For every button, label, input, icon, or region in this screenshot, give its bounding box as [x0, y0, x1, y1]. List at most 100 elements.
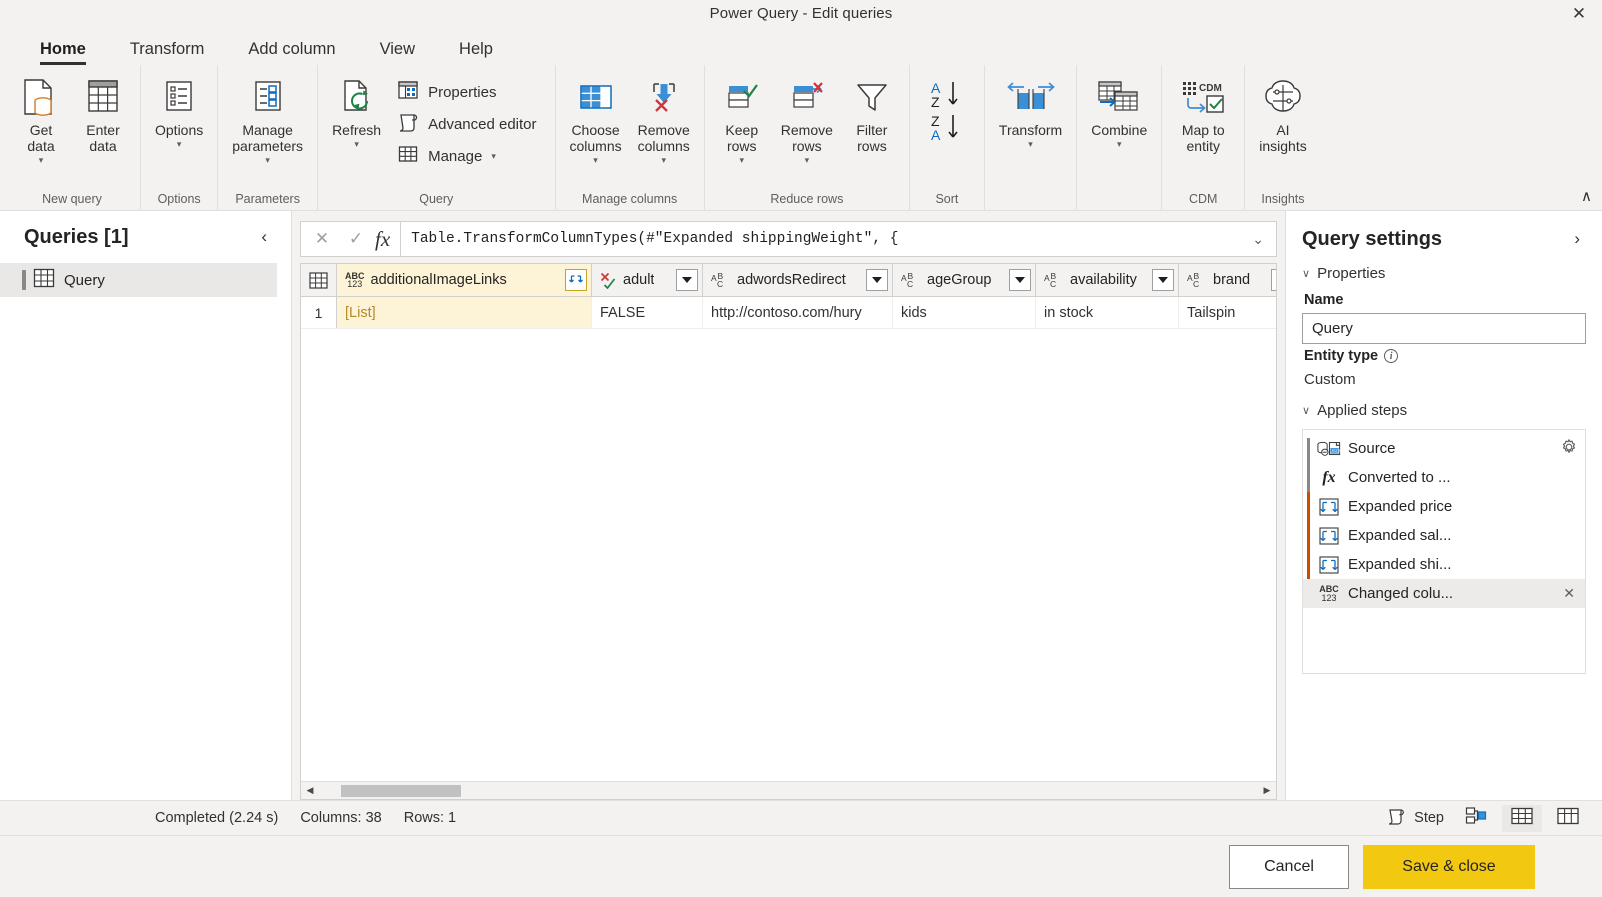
- filter-dropdown-icon[interactable]: [1152, 269, 1174, 291]
- center-panel: ✕ ✓ fx Table.TransformColumnTypes(#"Expa…: [292, 211, 1285, 800]
- column-header-adult[interactable]: adult: [592, 264, 703, 296]
- keep-rows-button[interactable]: Keep rows ▾: [711, 71, 773, 168]
- name-input[interactable]: [1302, 313, 1586, 344]
- manage-parameters-button[interactable]: Manage parameters ▾: [224, 71, 311, 168]
- filter-dropdown-icon[interactable]: [866, 269, 888, 291]
- applied-steps-section-label: Applied steps: [1317, 402, 1408, 419]
- formula-input-wrapper[interactable]: Table.TransformColumnTypes(#"Expanded sh…: [400, 221, 1277, 257]
- manage-parameters-label: Manage parameters: [232, 122, 304, 154]
- remove-rows-button[interactable]: Remove rows ▾: [773, 71, 841, 168]
- advanced-editor-button[interactable]: Advanced editor: [393, 109, 544, 139]
- filter-dropdown-icon[interactable]: [1009, 269, 1031, 291]
- tab-transform[interactable]: Transform: [108, 40, 227, 66]
- data-view-button[interactable]: [1502, 804, 1542, 832]
- info-icon[interactable]: i: [1384, 349, 1399, 363]
- query-list-item[interactable]: Query: [0, 263, 277, 297]
- step-view-button[interactable]: Step: [1381, 803, 1450, 833]
- formula-input[interactable]: Table.TransformColumnTypes(#"Expanded sh…: [411, 231, 1246, 247]
- tab-view[interactable]: View: [358, 40, 437, 66]
- save-and-close-button[interactable]: Save & close: [1363, 844, 1535, 889]
- filter-dropdown-icon[interactable]: [676, 269, 698, 291]
- map-to-entity-button[interactable]: CDM Map to entity: [1168, 71, 1238, 157]
- type-boolean-icon: [600, 272, 617, 289]
- diagram-view-button[interactable]: [1456, 805, 1496, 832]
- footer-bar: Cancel Save & close: [0, 835, 1602, 897]
- collapse-ribbon-icon[interactable]: ∧: [1581, 189, 1592, 204]
- ribbon-group-sort: A Z Z A Sort: [908, 65, 984, 210]
- select-all-corner-cell[interactable]: [301, 264, 337, 296]
- ribbon-group-transform: Transform ▾: [983, 65, 1076, 210]
- sort-button[interactable]: A Z Z A: [916, 71, 978, 155]
- expand-column-icon[interactable]: [565, 269, 587, 291]
- formula-accept-icon[interactable]: ✓: [339, 222, 373, 256]
- options-button[interactable]: Options ▾: [147, 71, 211, 152]
- table-row[interactable]: 1 [List] FALSE http://contoso.com/hury k…: [301, 297, 1276, 329]
- cell-additionalImageLinks[interactable]: [List]: [337, 297, 592, 328]
- tab-add-column[interactable]: Add column: [226, 40, 357, 66]
- formula-expand-icon[interactable]: ⌄: [1246, 231, 1270, 248]
- formula-cancel-icon[interactable]: ✕: [305, 222, 339, 256]
- properties-section-header[interactable]: ∨ Properties: [1302, 265, 1586, 282]
- tab-home[interactable]: Home: [18, 40, 108, 66]
- schema-view-button[interactable]: [1548, 805, 1588, 832]
- manage-button[interactable]: Manage ▾: [393, 141, 544, 171]
- ribbon-group-options: Options ▾ Options: [140, 65, 217, 210]
- column-header-ageGroup[interactable]: A B C ageGroup: [893, 264, 1036, 296]
- enter-data-icon: [83, 75, 123, 121]
- cancel-button[interactable]: Cancel: [1229, 844, 1349, 889]
- scroll-left-icon[interactable]: ◀: [303, 786, 317, 795]
- applied-step-expanded-price[interactable]: Expanded price: [1303, 492, 1585, 608]
- gear-icon[interactable]: [1561, 439, 1577, 458]
- transform-button[interactable]: Transform ▾: [991, 71, 1070, 152]
- collapse-settings-pane-icon[interactable]: ›: [1568, 227, 1586, 251]
- delete-step-icon[interactable]: ✕: [1561, 585, 1577, 602]
- scrollbar-thumb[interactable]: [341, 785, 461, 797]
- column-header-brand[interactable]: A B C brand: [1179, 264, 1276, 296]
- refresh-button[interactable]: Refresh ▾: [324, 71, 389, 152]
- transform-label: Transform: [998, 122, 1063, 138]
- applied-step-converted-to[interactable]: fx Converted to ...: [1303, 463, 1585, 492]
- collapse-queries-pane-icon[interactable]: ‹: [255, 225, 273, 249]
- get-data-button[interactable]: Get data ▾: [10, 71, 72, 168]
- tab-help[interactable]: Help: [437, 40, 515, 66]
- cell-brand[interactable]: Tailspin: [1179, 297, 1276, 328]
- cell-ageGroup[interactable]: kids: [893, 297, 1036, 328]
- filter-rows-button[interactable]: Filter rows: [841, 71, 903, 157]
- expand-icon: [1317, 497, 1341, 516]
- cell-adwordsRedirect[interactable]: http://contoso.com/hury: [703, 297, 893, 328]
- applied-step-changed-colu[interactable]: ABC 123 Changed colu... ✕: [1303, 579, 1585, 608]
- cell-adult[interactable]: FALSE: [592, 297, 703, 328]
- ai-insights-button[interactable]: AI insights: [1251, 71, 1314, 157]
- chevron-down-icon: ▾: [804, 154, 810, 165]
- status-bar-right: Step: [1381, 803, 1588, 833]
- horizontal-scrollbar[interactable]: ◀ ▶: [301, 781, 1276, 799]
- remove-columns-button[interactable]: Remove columns ▾: [630, 71, 698, 168]
- cell-availability[interactable]: in stock: [1036, 297, 1179, 328]
- map-to-entity-icon: CDM: [1176, 75, 1230, 121]
- type-any-icon: ABC 123: [345, 270, 365, 289]
- scrollbar-track[interactable]: [317, 782, 1260, 799]
- ribbon-group-query: Refresh ▾ Properties Advanced editor Man…: [317, 65, 554, 210]
- properties-button[interactable]: Properties: [393, 77, 544, 107]
- column-header-additionalImageLinks[interactable]: ABC 123 additionalImageLinks: [337, 264, 592, 296]
- scroll-right-icon[interactable]: ▶: [1260, 786, 1274, 795]
- ribbon-group-label-sort: Sort: [935, 192, 959, 206]
- close-icon[interactable]: ✕: [1556, 0, 1602, 27]
- column-header-adwordsRedirect[interactable]: A B C adwordsRedirect: [703, 264, 893, 296]
- title-bar: Power Query - Edit queries ✕: [0, 0, 1602, 27]
- enter-data-button[interactable]: Enter data: [72, 71, 134, 157]
- filter-rows-icon: [852, 75, 892, 121]
- applied-steps-section-header[interactable]: ∨ Applied steps: [1302, 402, 1586, 419]
- data-grid: ABC 123 additionalImageLinks adult A B C…: [300, 263, 1277, 800]
- chevron-down-icon: ▾: [1116, 138, 1122, 149]
- table-icon: [33, 268, 55, 293]
- chevron-down-icon: ▾: [176, 138, 182, 149]
- column-header-availability[interactable]: A B C availability: [1036, 264, 1179, 296]
- combine-button[interactable]: Combine ▾: [1083, 71, 1155, 152]
- applied-step-source[interactable]: JSON Source: [1303, 434, 1585, 496]
- filter-dropdown-icon[interactable]: [1271, 269, 1276, 291]
- choose-columns-button[interactable]: Choose columns ▾: [562, 71, 630, 168]
- applied-step-expanded-shi[interactable]: Expanded shi...: [1303, 550, 1585, 579]
- applied-step-expanded-sal[interactable]: Expanded sal...: [1303, 521, 1585, 550]
- queries-pane-title: Queries [1]: [24, 225, 129, 248]
